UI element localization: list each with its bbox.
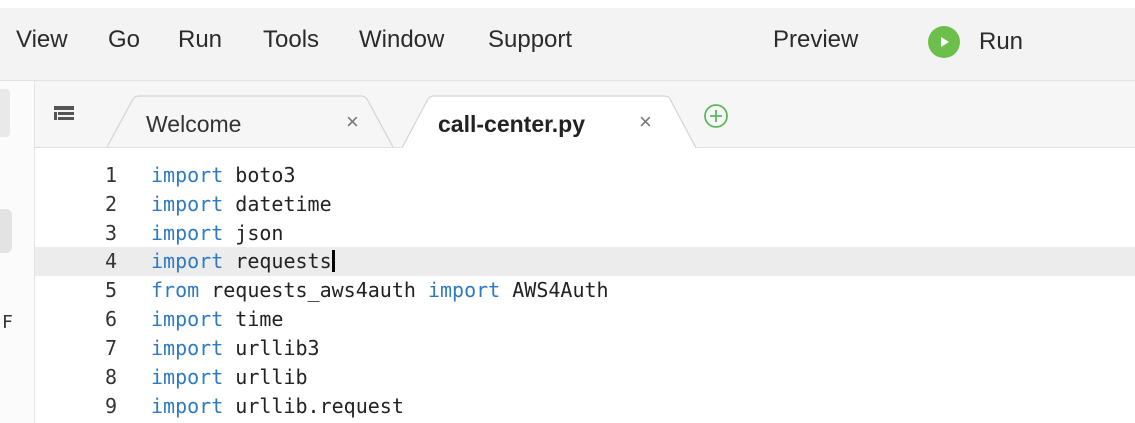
code-keyword: import bbox=[151, 249, 224, 273]
menu-bar: View Go Run Tools Window Support Preview… bbox=[0, 8, 1135, 81]
code-line-3[interactable]: 3 import json bbox=[35, 219, 1135, 248]
code-rest: urllib bbox=[223, 365, 308, 389]
code-line-1[interactable]: 1 import boto3 bbox=[35, 161, 1135, 190]
tab-call-center-py[interactable]: call-center.py bbox=[438, 111, 585, 138]
tab-call-center-close-icon[interactable]: × bbox=[639, 109, 652, 135]
code-rest-2: AWS4Auth bbox=[500, 278, 609, 302]
code-keyword: import bbox=[151, 365, 224, 389]
code-line-2[interactable]: 2 import datetime bbox=[35, 190, 1135, 219]
tab-welcome[interactable]: Welcome bbox=[146, 111, 241, 138]
line-number: 9 bbox=[104, 394, 117, 418]
left-panel-glyph: F bbox=[2, 312, 13, 333]
text-cursor bbox=[331, 250, 335, 272]
code-keyword: import bbox=[151, 336, 224, 360]
tab-welcome-close-icon[interactable]: × bbox=[346, 109, 359, 135]
code-rest: json bbox=[223, 221, 284, 245]
code-text: import boto3 bbox=[151, 163, 296, 187]
code-text: import urllib bbox=[151, 365, 308, 389]
code-text: import time bbox=[151, 307, 283, 331]
code-line-9[interactable]: 9 import urllib.request bbox=[35, 392, 1135, 421]
menu-tools[interactable]: Tools bbox=[263, 26, 319, 54]
menu-go[interactable]: Go bbox=[108, 26, 140, 54]
code-keyword: import bbox=[151, 163, 224, 187]
tab-list-icon[interactable] bbox=[53, 105, 75, 128]
code-keyword: from bbox=[151, 278, 200, 302]
code-rest: requests_aws4auth bbox=[199, 278, 428, 302]
code-rest: datetime bbox=[223, 192, 332, 216]
code-keyword-2: import bbox=[427, 278, 501, 302]
line-number: 3 bbox=[104, 221, 117, 245]
code-keyword: import bbox=[151, 394, 224, 418]
code-text: import requests bbox=[151, 249, 335, 273]
editor-tab-bar: Welcome × call-center.py × bbox=[35, 81, 1135, 148]
menu-view[interactable]: View bbox=[16, 26, 68, 54]
line-number: 5 bbox=[104, 278, 117, 302]
add-tab-icon[interactable] bbox=[703, 103, 729, 134]
code-line-8[interactable]: 8 import urllib bbox=[35, 363, 1135, 392]
code-keyword: import bbox=[151, 307, 224, 331]
code-keyword: import bbox=[151, 221, 224, 245]
code-rest: requests bbox=[223, 249, 332, 273]
line-number: 1 bbox=[104, 163, 117, 187]
code-text: import datetime bbox=[151, 192, 332, 216]
play-icon bbox=[928, 26, 960, 58]
code-rest: time bbox=[223, 307, 284, 331]
code-text: import urllib.request bbox=[151, 394, 404, 418]
code-rest: urllib3 bbox=[223, 336, 320, 360]
code-line-4-current[interactable]: 4 import requests bbox=[35, 247, 1135, 276]
code-text: from requests_aws4auth import AWS4Auth bbox=[151, 278, 609, 302]
menu-support[interactable]: Support bbox=[488, 26, 572, 54]
line-number: 4 bbox=[104, 249, 117, 273]
run-button[interactable]: Run bbox=[928, 22, 1023, 62]
run-button-label: Run bbox=[979, 28, 1024, 55]
preview-button[interactable]: Preview bbox=[773, 26, 858, 54]
code-line-7[interactable]: 7 import urllib3 bbox=[35, 334, 1135, 363]
menu-window[interactable]: Window bbox=[359, 26, 444, 54]
code-rest: boto3 bbox=[223, 163, 296, 187]
left-panel-strip: F bbox=[0, 81, 35, 423]
ide-window: View Go Run Tools Window Support Preview… bbox=[0, 0, 1135, 423]
line-number: 8 bbox=[104, 365, 117, 389]
code-text: import urllib3 bbox=[151, 336, 320, 360]
line-number: 2 bbox=[104, 192, 117, 216]
menu-run[interactable]: Run bbox=[178, 26, 222, 54]
code-rest: urllib.request bbox=[223, 394, 404, 418]
code-line-5[interactable]: 5 from requests_aws4auth import AWS4Auth bbox=[35, 276, 1135, 305]
line-number: 7 bbox=[104, 336, 117, 360]
line-number: 6 bbox=[104, 307, 117, 331]
code-keyword: import bbox=[151, 192, 224, 216]
code-text: import json bbox=[151, 221, 283, 245]
code-line-6[interactable]: 6 import time bbox=[35, 305, 1135, 334]
left-panel-tab[interactable] bbox=[0, 89, 10, 137]
left-panel-handle[interactable] bbox=[0, 209, 12, 253]
code-editor[interactable]: 1 import boto3 2 import datetime 3 impor… bbox=[35, 148, 1135, 423]
